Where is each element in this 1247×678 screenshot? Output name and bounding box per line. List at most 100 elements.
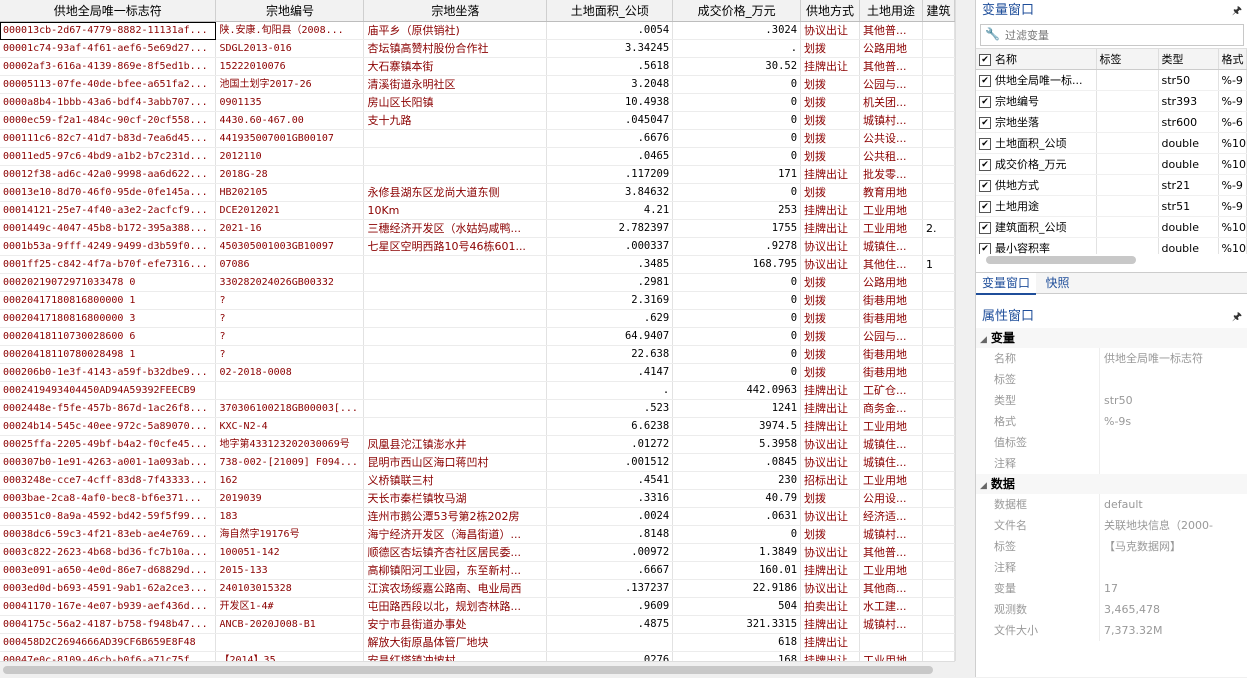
table-cell[interactable]: 07086: [215, 255, 365, 274]
table-cell[interactable]: 618: [672, 633, 802, 652]
table-cell[interactable]: 168.795: [672, 255, 802, 274]
table-cell[interactable]: 城镇住...: [859, 453, 923, 472]
property-row[interactable]: 注释: [976, 557, 1247, 578]
data-browser-grid[interactable]: 供地全局唯一标志符 宗地编号 宗地坐落 土地面积_公顷 成交价格_万元 供地方式 土地用途建…: [0, 0, 955, 661]
variable-name-cell[interactable]: ✔ 土地用途: [976, 195, 1097, 217]
table-cell[interactable]: 2015-133: [215, 561, 365, 580]
variable-list-column-header[interactable]: 标签: [1096, 49, 1159, 70]
table-cell[interactable]: [922, 165, 955, 184]
table-cell[interactable]: 永修县湖东区龙尚大道东侧: [363, 183, 548, 202]
table-cell[interactable]: [922, 597, 955, 616]
table-cell[interactable]: 城镇住...: [859, 237, 923, 256]
table-row[interactable]: 000458D2C2694666AD39CF6B659E8F48 解放大街原晶体管…: [0, 633, 955, 652]
table-row[interactable]: 00020417180816800000 3? .629 0 划拨 街巷用地: [0, 309, 955, 328]
table-row[interactable]: 0003e091-a650-4e0d-86e7-d68829d... 2015-1…: [0, 561, 955, 580]
table-cell[interactable]: 0003bae-2ca8-4af0-bec8-bf6e371...: [0, 489, 217, 508]
table-cell[interactable]: 地字第433123202030069号: [215, 435, 365, 454]
table-cell[interactable]: [922, 237, 955, 256]
table-cell[interactable]: 183: [215, 507, 365, 526]
table-cell[interactable]: .117209: [546, 165, 674, 184]
table-cell[interactable]: [363, 345, 548, 364]
table-cell[interactable]: 房山区长阳镇: [363, 93, 548, 112]
property-row[interactable]: 文件名 关联地块信息（2000-: [976, 515, 1247, 536]
table-cell[interactable]: 00020417180816800000 3: [0, 309, 217, 328]
table-cell[interactable]: 00013e10-8d70-46f0-95de-0fe145a...: [0, 183, 217, 202]
table-cell[interactable]: 水工建...: [859, 597, 923, 616]
table-row[interactable]: 0002419493404450AD94A59392FEECB9. 442.096…: [0, 381, 955, 400]
checkbox-icon[interactable]: ✔: [979, 179, 991, 192]
table-cell[interactable]: .0465: [546, 147, 674, 166]
property-row[interactable]: 类型 str50: [976, 390, 1247, 411]
table-cell[interactable]: .: [672, 39, 802, 58]
table-cell[interactable]: 441935007001GB00107: [215, 129, 365, 148]
variable-filter-input[interactable]: [1003, 25, 1247, 45]
table-cell[interactable]: 162: [215, 471, 365, 490]
table-cell[interactable]: 七星区空明西路10号46栋601...: [363, 237, 548, 256]
table-cell[interactable]: 00038dc6-59c3-4f21-83eb-ae4e769...: [0, 525, 217, 544]
table-cell[interactable]: 00011ed5-97c6-4bd9-a1b2-b7c231d...: [0, 147, 217, 166]
checkbox-icon[interactable]: ✔: [979, 116, 991, 129]
table-cell[interactable]: 工业用地: [859, 651, 923, 661]
table-cell[interactable]: [922, 93, 955, 112]
table-cell[interactable]: 6.6238: [546, 417, 674, 436]
table-row[interactable]: 00041170-167e-4e07-b939-aef436d... 开发区1-4…: [0, 597, 955, 616]
column-header[interactable]: 成交价格_万元: [672, 0, 802, 22]
table-cell[interactable]: 0001b53a-9fff-4249-9499-d3b59f0...: [0, 237, 217, 256]
table-cell[interactable]: [922, 111, 955, 130]
table-cell[interactable]: .137237: [546, 579, 674, 598]
table-cell[interactable]: 3.2048: [546, 75, 674, 94]
table-cell[interactable]: 顺德区杏坛镇齐杏社区居民委...: [363, 543, 548, 562]
table-cell[interactable]: 00012f38-ad6c-42a0-9998-aa6d622...: [0, 165, 217, 184]
pin-icon[interactable]: 🖈: [1232, 306, 1242, 328]
table-cell[interactable]: 0: [672, 111, 802, 130]
table-cell[interactable]: [922, 417, 955, 436]
table-row[interactable]: 00024b14-545c-40ee-972c-5a89070... KXC-N2…: [0, 417, 955, 436]
variable-row[interactable]: ✔ 供地全局唯一标... str50 %-9: [976, 69, 1247, 91]
checkbox-icon[interactable]: ✔: [979, 95, 991, 108]
table-cell[interactable]: [922, 471, 955, 490]
table-cell[interactable]: 00020219072971033478 0: [0, 273, 217, 292]
table-cell[interactable]: [363, 309, 548, 328]
table-cell[interactable]: [922, 399, 955, 418]
table-cell[interactable]: 0003ed0d-b693-4591-9ab1-62a2ce3...: [0, 579, 217, 598]
table-cell[interactable]: 00001c74-93af-4f61-aef6-5e69d27...: [0, 39, 217, 58]
table-cell[interactable]: 0: [672, 147, 802, 166]
property-row[interactable]: 标签 【马克数据网】: [976, 536, 1247, 557]
table-cell[interactable]: .4875: [546, 615, 674, 634]
table-cell[interactable]: [215, 633, 365, 652]
table-cell[interactable]: 划拨: [800, 129, 860, 148]
table-cell[interactable]: .045047: [546, 111, 674, 130]
variable-row[interactable]: ✔ 最小容积率 double %10: [976, 237, 1247, 254]
table-cell[interactable]: .01272: [546, 435, 674, 454]
table-cell[interactable]: 安昌红塔镇冲坡村: [363, 651, 548, 661]
table-cell[interactable]: 168: [672, 651, 802, 661]
table-cell[interactable]: 工业用地: [859, 561, 923, 580]
table-cell[interactable]: [922, 327, 955, 346]
table-cell[interactable]: 00020418110780028498 1: [0, 345, 217, 364]
table-row[interactable]: 00020418110780028498 1? 22.638 0 划拨 街巷用地: [0, 345, 955, 364]
table-cell[interactable]: 协议出让: [800, 255, 860, 274]
table-cell[interactable]: 公共设...: [859, 129, 923, 148]
property-row[interactable]: 格式 %-9s: [976, 411, 1247, 432]
table-cell[interactable]: [215, 381, 365, 400]
table-cell[interactable]: 2.782397: [546, 219, 674, 238]
table-cell[interactable]: .629: [546, 309, 674, 328]
table-cell[interactable]: 000111c6-82c7-41d7-b83d-7ea6d45...: [0, 129, 217, 148]
property-row[interactable]: 数据框 default: [976, 494, 1247, 515]
table-cell[interactable]: 划拨: [800, 111, 860, 130]
table-cell[interactable]: 0: [672, 183, 802, 202]
table-cell[interactable]: .523: [546, 399, 674, 418]
property-row[interactable]: 值标签: [976, 432, 1247, 453]
variable-name-cell[interactable]: ✔ 供地方式: [976, 174, 1097, 196]
table-cell[interactable]: [922, 21, 955, 40]
table-cell[interactable]: 杏坛镇高赞村股份合作社: [363, 39, 548, 58]
table-cell[interactable]: 370306100218GB00003[...: [215, 399, 365, 418]
table-cell[interactable]: [922, 147, 955, 166]
table-cell[interactable]: 公园与...: [859, 327, 923, 346]
table-cell[interactable]: 15222010076: [215, 57, 365, 76]
table-row[interactable]: 000307b0-1e91-4263-a001-1a093ab... 738-00…: [0, 453, 955, 472]
table-row[interactable]: 0004175c-56a2-4187-b758-f948b47... ANCB-2…: [0, 615, 955, 634]
table-cell[interactable]: HB202105: [215, 183, 365, 202]
table-cell[interactable]: 000206b0-1e3f-4143-a59f-b32dbe9...: [0, 363, 217, 382]
table-cell[interactable]: 海宁经济开发区（海昌街道）...: [363, 525, 548, 544]
